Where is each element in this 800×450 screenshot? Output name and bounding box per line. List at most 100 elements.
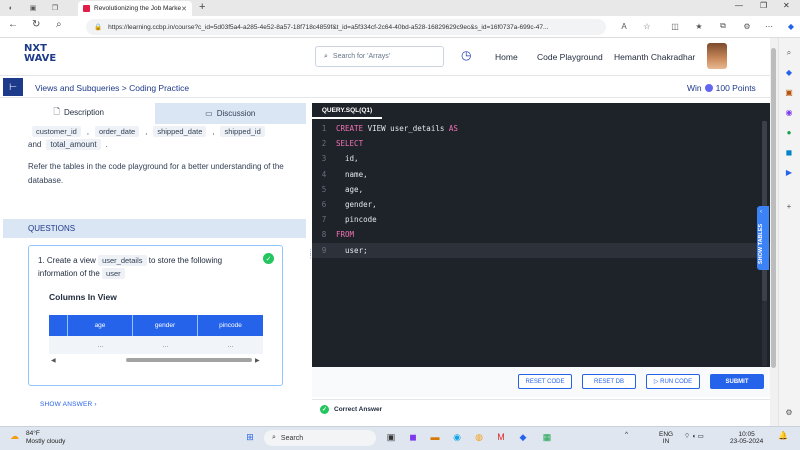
- favorites-icon[interactable]: ★: [692, 19, 706, 33]
- check-icon: ✓: [263, 253, 274, 264]
- tag-icon[interactable]: ◆: [782, 66, 796, 78]
- close-tab-icon[interactable]: ✕: [181, 5, 187, 13]
- question-part: Create a view: [46, 256, 96, 265]
- editor-file-tab[interactable]: QUERY.SQL(Q1): [312, 103, 382, 119]
- edge-icon[interactable]: ◉: [450, 430, 464, 444]
- sql-text: name,: [336, 169, 368, 179]
- code-text: pincode: [336, 215, 377, 224]
- table-header-cell: pincode: [219, 322, 242, 329]
- taskbar-search[interactable]: ⌕ Search: [264, 430, 376, 446]
- chip: order_date: [94, 126, 140, 137]
- code-line[interactable]: 7 pincode: [312, 212, 770, 227]
- nav-code-playground[interactable]: Code Playground: [537, 52, 603, 62]
- minimize-icon[interactable]: —: [735, 1, 743, 10]
- weather-widget[interactable]: ☁ 84°F Mostly cloudy: [10, 430, 65, 446]
- tools-icon[interactable]: ◉: [782, 106, 796, 118]
- wifi-icon[interactable]: ⌔ ◖ ▭: [684, 433, 704, 440]
- code-line[interactable]: 2 SELECT: [312, 136, 770, 151]
- line-number: 7: [321, 215, 327, 225]
- sidebar-settings-icon[interactable]: ⚙: [782, 406, 796, 418]
- teams-icon[interactable]: ◼: [406, 430, 420, 444]
- search-input[interactable]: ⌕ Search for 'Arrays': [315, 46, 444, 67]
- reset-db-button[interactable]: RESET DB: [582, 374, 636, 389]
- code-line[interactable]: 5 age,: [312, 182, 770, 197]
- sidebar-toggle-icon[interactable]: ⊢: [3, 78, 23, 96]
- sql-keyword: FROM: [336, 230, 355, 240]
- nav-home[interactable]: Home: [495, 52, 518, 62]
- collections-icon[interactable]: ⧉: [716, 19, 730, 33]
- notification-icon[interactable]: 🔔: [778, 432, 788, 440]
- file-explorer-icon[interactable]: ▬: [428, 430, 442, 444]
- question-number: 1.: [38, 256, 45, 265]
- chrome-icon[interactable]: ◍: [472, 430, 486, 444]
- extensions-icon[interactable]: ⚙: [740, 19, 754, 33]
- store-icon[interactable]: ▦: [540, 430, 554, 444]
- more-icon[interactable]: ⋯: [762, 19, 776, 33]
- search-sidebar-icon[interactable]: ⌕: [782, 47, 796, 59]
- code-line[interactable]: 6 gender,: [312, 197, 770, 212]
- avatar[interactable]: [707, 43, 727, 69]
- table-scrollbar[interactable]: ◀ ▶: [49, 356, 263, 364]
- app-icon[interactable]: ◆: [516, 430, 530, 444]
- drop-icon[interactable]: ▶: [782, 166, 796, 178]
- browser-tab[interactable]: Revolutionizing the Job Market | ✕: [78, 1, 192, 16]
- scroll-left-icon[interactable]: ◀: [51, 357, 56, 364]
- code-line[interactable]: 8 FROM: [312, 227, 770, 242]
- language-indicator[interactable]: ENG IN: [659, 431, 673, 445]
- result-bar: ✓ Correct Answer: [312, 399, 770, 418]
- sql-text: pincode: [336, 215, 377, 225]
- code-line[interactable]: 1 CREATE VIEW user_details AS: [312, 121, 770, 136]
- mcafee-icon[interactable]: M: [494, 430, 508, 444]
- shopping-icon[interactable]: ▣: [782, 86, 796, 98]
- new-tab-icon[interactable]: +: [199, 1, 205, 13]
- code-line[interactable]: 4 name,: [312, 167, 770, 182]
- search-tabs-icon[interactable]: ⌕: [56, 19, 62, 30]
- code-text: SELECT: [336, 139, 363, 148]
- reset-code-button[interactable]: RESET CODE: [518, 374, 572, 389]
- task-view-icon[interactable]: ▣: [384, 430, 398, 444]
- code-line[interactable]: 3 id,: [312, 151, 770, 166]
- show-answer-link[interactable]: SHOW ANSWER ›: [40, 401, 97, 408]
- show-tables-button[interactable]: SHOW TABLES: [757, 206, 769, 270]
- scroll-thumb[interactable]: [126, 358, 252, 362]
- page-scroll-thumb[interactable]: [771, 48, 776, 368]
- favorite-icon[interactable]: ☆: [640, 19, 654, 33]
- table-row: ... ... ...: [49, 336, 263, 354]
- scroll-right-icon[interactable]: ▶: [255, 357, 260, 364]
- tray-chevron-icon[interactable]: ^: [625, 431, 628, 438]
- add-sidebar-icon[interactable]: +: [782, 200, 796, 212]
- search-icon: ⌕: [272, 434, 276, 441]
- code-lines[interactable]: 1 CREATE VIEW user_details AS 2 SELECT 3 id,…: [312, 121, 770, 258]
- windows-start-icon[interactable]: ⊞: [243, 430, 257, 444]
- table-cell: [49, 336, 68, 354]
- line-number: 4: [321, 169, 327, 179]
- code-text: name,: [336, 170, 368, 179]
- workspaces-icon[interactable]: ▣: [26, 0, 40, 16]
- back-icon[interactable]: ←: [8, 19, 18, 30]
- tab-description[interactable]: 🗋 Description: [3, 103, 155, 124]
- line-number: 9: [321, 245, 327, 255]
- and-line: and total_amount.: [28, 139, 108, 150]
- chip: user_details: [98, 255, 147, 266]
- games-icon[interactable]: ●: [782, 126, 796, 138]
- timer-icon[interactable]: ◷: [461, 48, 471, 62]
- chip: total_amount: [46, 139, 101, 150]
- reload-icon[interactable]: ↻: [32, 19, 40, 30]
- code-line[interactable]: 9 user;: [312, 242, 770, 258]
- tab-actions-icon[interactable]: ❐: [48, 0, 62, 16]
- copilot-icon[interactable]: ◆: [784, 19, 798, 33]
- profile-icon[interactable]: ◐: [4, 0, 18, 16]
- nxtwave-logo[interactable]: NXT WAVE: [24, 44, 56, 64]
- clock[interactable]: 10:05 23-05-2024: [730, 431, 763, 445]
- run-code-button[interactable]: ▷ RUN CODE: [646, 374, 700, 389]
- split-screen-icon[interactable]: ◫: [668, 19, 682, 33]
- user-name[interactable]: Hemanth Chakradhar: [614, 52, 695, 62]
- close-window-icon[interactable]: ✕: [783, 1, 790, 10]
- address-bar[interactable]: 🔒 https://learning.ccbp.in/course?c_id=5…: [86, 19, 606, 35]
- outlook-icon[interactable]: ◼: [782, 146, 796, 158]
- maximize-icon[interactable]: ❐: [760, 1, 767, 10]
- tab-discussion[interactable]: ▭ Discussion: [154, 103, 306, 124]
- read-aloud-icon[interactable]: A: [617, 19, 631, 33]
- win-points: Win 100 Points: [687, 83, 756, 93]
- submit-button[interactable]: SUBMIT: [710, 374, 764, 389]
